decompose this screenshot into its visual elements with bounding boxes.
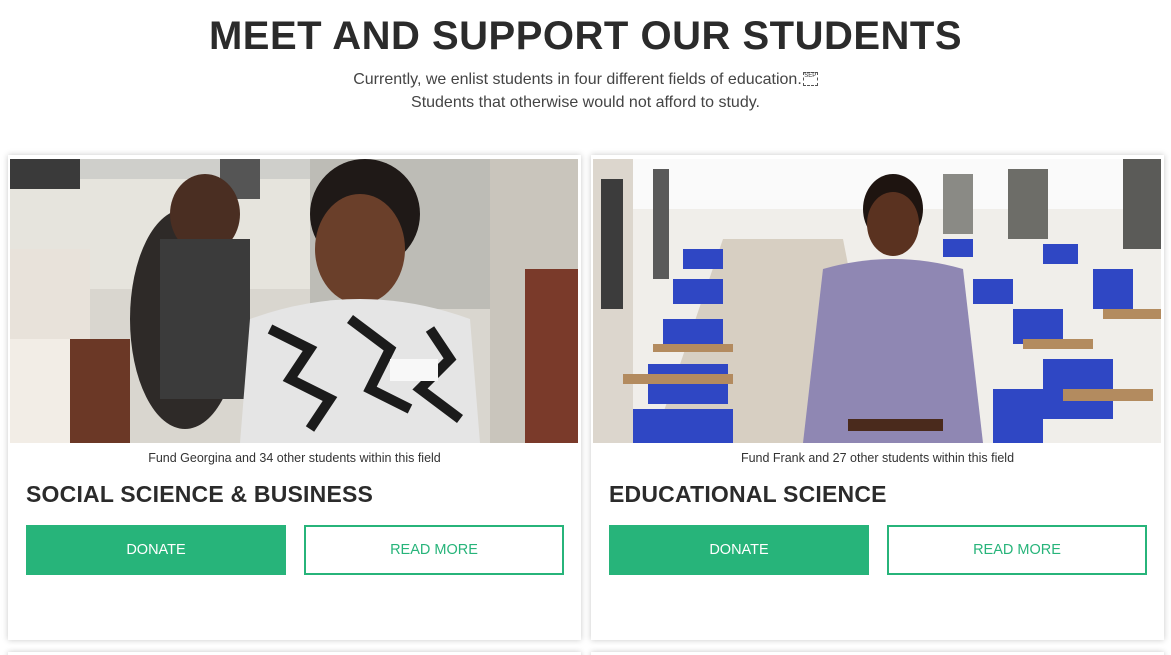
donate-button[interactable]: DONATE [609, 525, 869, 575]
fund-students-text: Fund Frank and 27 other students within … [740, 451, 1015, 465]
read-more-button[interactable]: READ MORE [304, 525, 564, 575]
field-title: SOCIAL SCIENCE & BUSINESS [26, 481, 374, 507]
student-photo-frank [593, 159, 1161, 443]
student-photo-georgina [10, 159, 578, 443]
sep-glyph-icon: SEP [802, 71, 818, 86]
photo-classroom-women [10, 159, 578, 443]
fund-students-text: Fund Georgina and 34 other students with… [148, 451, 441, 465]
subtitle-line-1: Currently, we enlist students in four di… [0, 71, 1171, 89]
page: MEET AND SUPPORT OUR STUDENTS Currently,… [0, 0, 1171, 655]
field-title: EDUCATIONAL SCIENCE [609, 481, 887, 507]
read-more-button[interactable]: READ MORE [887, 525, 1147, 575]
subtitle-line-1-text: Currently, we enlist students in four di… [353, 71, 802, 88]
photo-classroom-man [593, 159, 1161, 443]
donate-button[interactable]: DONATE [26, 525, 286, 575]
subtitle-line-2: Students that otherwise would not afford… [411, 94, 760, 111]
page-title: MEET AND SUPPORT OUR STUDENTS [208, 14, 963, 58]
field-card-educational-science: Fund Frank and 27 other students within … [591, 155, 1164, 640]
field-card-social-science: Fund Georgina and 34 other students with… [8, 155, 581, 640]
